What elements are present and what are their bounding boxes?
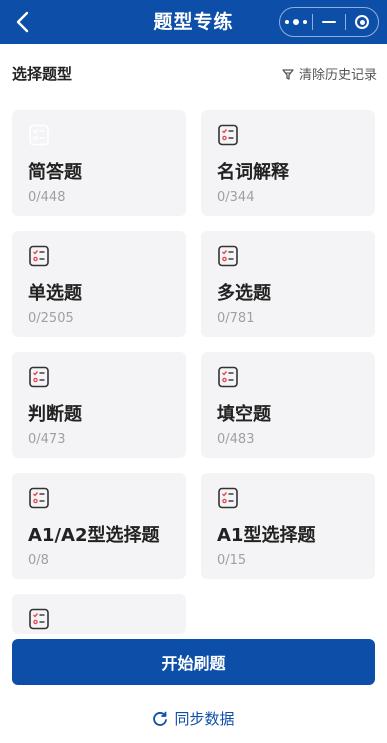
refresh-icon bbox=[153, 711, 168, 726]
close-button[interactable] bbox=[346, 8, 378, 36]
mini-program-capsule bbox=[279, 7, 379, 37]
sync-data-label: 同步数据 bbox=[174, 710, 235, 728]
more-button[interactable] bbox=[280, 8, 312, 36]
start-practice-button[interactable]: 开始刷题 bbox=[12, 639, 375, 685]
card-name: 多选题 bbox=[217, 283, 271, 304]
question-type-card[interactable]: A1/A2型选择题 0/8 bbox=[12, 473, 186, 579]
top-bar: 题型专练 bbox=[0, 0, 387, 44]
card-name: 填空题 bbox=[217, 404, 271, 425]
card-name: 单选题 bbox=[28, 283, 82, 304]
more-dots-icon bbox=[285, 19, 307, 25]
card-name: 判断题 bbox=[28, 404, 82, 425]
clear-history-label: 清除历史记录 bbox=[298, 68, 377, 83]
question-type-card[interactable]: 名词解释 0/344 bbox=[201, 110, 375, 216]
checklist-icon bbox=[218, 366, 238, 388]
minimize-button[interactable] bbox=[313, 8, 345, 36]
question-type-card[interactable] bbox=[12, 594, 186, 634]
question-type-card[interactable]: 多选题 0/781 bbox=[201, 231, 375, 337]
clear-history-icon bbox=[282, 68, 294, 80]
checklist-icon bbox=[218, 124, 238, 146]
checklist-icon bbox=[218, 245, 238, 267]
checklist-icon bbox=[29, 487, 49, 509]
card-name: 名词解释 bbox=[217, 162, 289, 183]
question-type-card[interactable]: 简答题 0/448 bbox=[12, 110, 186, 216]
checklist-icon bbox=[218, 487, 238, 509]
card-count: 0/2505 bbox=[28, 311, 74, 326]
card-count: 0/448 bbox=[28, 190, 66, 205]
question-type-card[interactable]: 判断题 0/473 bbox=[12, 352, 186, 458]
checklist-icon bbox=[29, 124, 49, 146]
section-label: 选择题型 bbox=[12, 65, 73, 83]
card-count: 0/15 bbox=[217, 553, 247, 568]
card-count: 0/8 bbox=[28, 553, 49, 568]
checklist-icon bbox=[29, 245, 49, 267]
card-name: 简答题 bbox=[28, 162, 82, 183]
sync-data-button[interactable]: 同步数据 bbox=[0, 708, 387, 729]
question-type-card[interactable]: 填空题 0/483 bbox=[201, 352, 375, 458]
close-target-icon bbox=[355, 15, 369, 29]
clear-history-button[interactable]: 清除历史记录 bbox=[281, 64, 377, 83]
card-name: A1/A2型选择题 bbox=[28, 525, 160, 546]
question-type-card[interactable]: A1型选择题 0/15 bbox=[201, 473, 375, 579]
card-count: 0/781 bbox=[217, 311, 255, 326]
checklist-icon bbox=[29, 366, 49, 388]
minimize-icon bbox=[322, 21, 336, 23]
card-count: 0/344 bbox=[217, 190, 255, 205]
checklist-icon bbox=[29, 608, 49, 630]
card-count: 0/473 bbox=[28, 432, 66, 447]
card-name: A1型选择题 bbox=[217, 525, 316, 546]
card-count: 0/483 bbox=[217, 432, 255, 447]
question-type-card[interactable]: 单选题 0/2505 bbox=[12, 231, 186, 337]
